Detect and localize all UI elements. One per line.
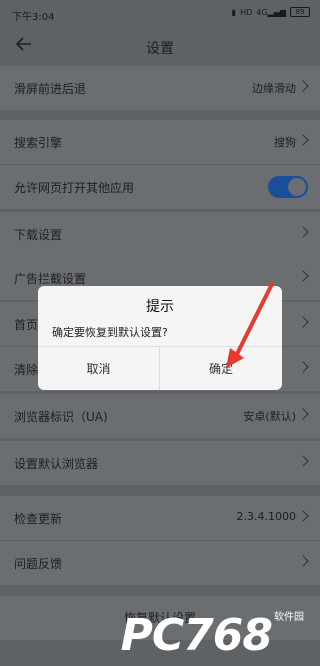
setting-label: 浏览器标识（UA) — [14, 410, 108, 424]
allow-open-apps-toggle[interactable] — [268, 176, 308, 198]
setting-value: 搜狗 — [274, 136, 296, 149]
volte-icon: HD — [240, 7, 253, 17]
dialog-message: 确定要恢复到默认设置? — [52, 326, 168, 339]
setting-label: 广告拦截设置 — [14, 272, 87, 286]
chevron-right-icon — [298, 78, 308, 96]
sim-icon: ▮ — [231, 7, 237, 17]
status-icons: ▮ HD 4G▂▄▆ 89 — [232, 7, 310, 17]
setting-user-agent[interactable]: 浏览器标识（UA) 安卓(默认) — [0, 394, 320, 438]
chevron-right-icon — [298, 508, 308, 526]
setting-label: 检查更新 — [14, 512, 63, 526]
battery-icon: 89 — [290, 7, 310, 17]
status-bar: 下午3:04 ▮ HD 4G▂▄▆ 89 — [0, 0, 320, 28]
setting-label: 设置默认浏览器 — [14, 457, 99, 471]
setting-label: 问题反馈 — [14, 557, 63, 571]
chevron-right-icon — [298, 224, 308, 242]
setting-value: 2.3.4.1000 — [236, 510, 296, 523]
setting-label: 首页 — [14, 318, 39, 332]
setting-label: 清除 — [14, 363, 39, 377]
chevron-right-icon — [298, 453, 308, 471]
cancel-button[interactable]: 取消 — [38, 347, 160, 390]
setting-search-engine[interactable]: 搜索引擎 搜狗 — [0, 120, 320, 164]
watermark-sub: 软件园 — [274, 612, 304, 623]
setting-value: 边缘滑动 — [252, 82, 296, 95]
toggle-knob — [288, 178, 306, 196]
page-title: 设置 — [146, 41, 174, 57]
watermark-logo: PC768 软件园 — [94, 608, 314, 661]
setting-label: 下载设置 — [14, 228, 63, 242]
chevron-right-icon — [298, 359, 308, 377]
watermark-main: PC768 — [120, 610, 273, 661]
status-time: 下午3:04 — [12, 12, 55, 23]
chevron-right-icon — [298, 268, 308, 286]
chevron-right-icon — [298, 406, 308, 424]
setting-label: 允许网页打开其他应用 — [14, 181, 135, 195]
setting-label: 滑屏前进后退 — [14, 82, 87, 96]
top-bar: 设置 — [0, 28, 320, 64]
setting-value: 安卓(默认) — [243, 410, 296, 423]
chevron-right-icon — [298, 314, 308, 332]
setting-allow-open-apps: 允许网页打开其他应用 — [0, 165, 320, 209]
setting-default-browser[interactable]: 设置默认浏览器 — [0, 441, 320, 485]
annotation-arrow-icon — [226, 282, 274, 368]
signal-4g-icon: 4G▂▄▆ — [256, 7, 286, 17]
setting-label: 搜索引擎 — [14, 136, 63, 150]
chevron-right-icon — [298, 553, 308, 571]
setting-check-update[interactable]: 检查更新 2.3.4.1000 — [0, 496, 320, 540]
setting-feedback[interactable]: 问题反馈 — [0, 541, 320, 585]
setting-swipe-nav[interactable]: 滑屏前进后退 边缘滑动 — [0, 66, 320, 110]
setting-download[interactable]: 下载设置 — [0, 212, 320, 256]
chevron-right-icon — [298, 132, 308, 150]
